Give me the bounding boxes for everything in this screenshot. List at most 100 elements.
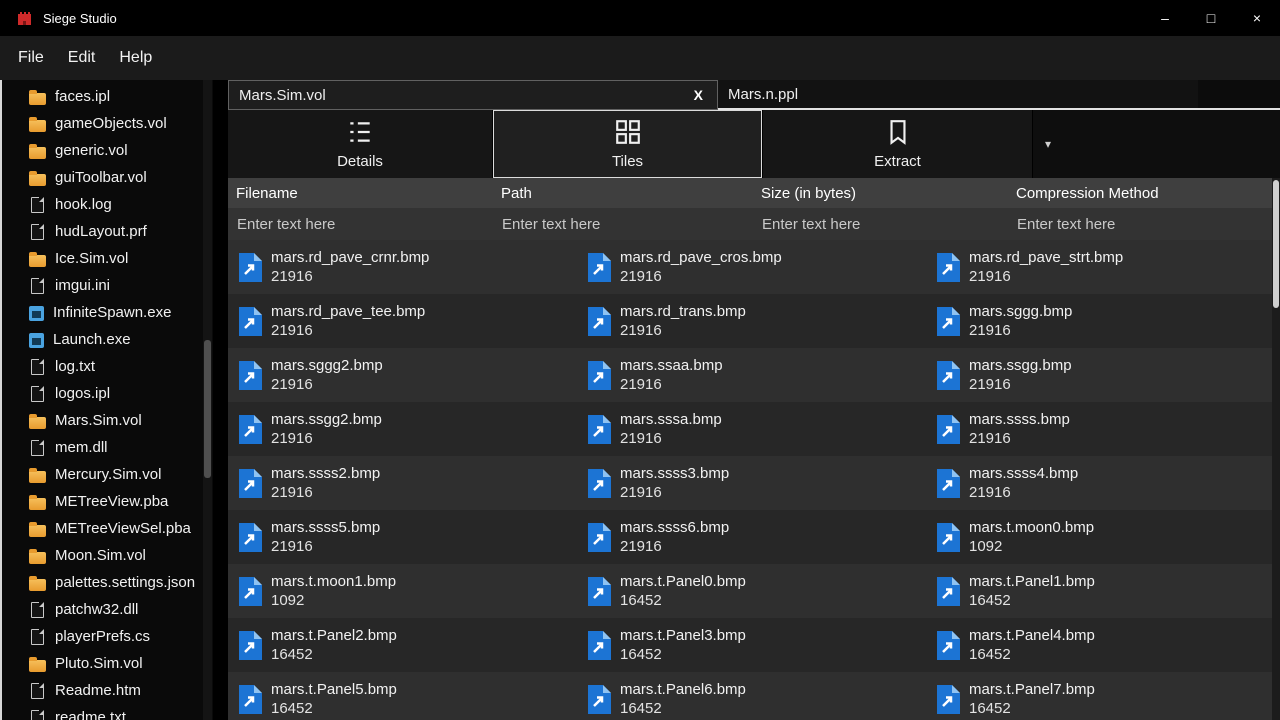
sidebar-scrollbar[interactable] xyxy=(203,80,212,720)
app-window: Siege Studio – □ × File Edit Help faces.… xyxy=(0,0,1280,720)
sidebar-item[interactable]: imgui.ini xyxy=(2,272,213,299)
file-tile[interactable]: mars.rd_pave_cros.bmp 21916 xyxy=(577,240,926,294)
file-tile[interactable]: mars.ssss.bmp 21916 xyxy=(926,402,1280,456)
menu-item[interactable]: Help xyxy=(107,43,164,73)
file-tile[interactable]: mars.sggg.bmp 21916 xyxy=(926,294,1280,348)
extract-options-dropdown[interactable]: ▾ xyxy=(1033,110,1063,178)
sidebar-item[interactable]: guiToolbar.vol xyxy=(2,164,213,191)
sidebar-item[interactable]: Moon.Sim.vol xyxy=(2,542,213,569)
filter-row xyxy=(228,208,1280,240)
file-tile[interactable]: mars.t.Panel6.bmp 16452 xyxy=(577,672,926,720)
window-title: Siege Studio xyxy=(43,11,117,26)
extract-button-label: Extract xyxy=(874,153,921,170)
sidebar-item-label: gameObjects.vol xyxy=(55,115,167,132)
sidebar-item[interactable]: logos.ipl xyxy=(2,380,213,407)
column-header[interactable]: Filename xyxy=(228,185,493,202)
sidebar-item[interactable]: palettes.settings.json xyxy=(2,569,213,596)
column-filter-input[interactable] xyxy=(228,216,480,233)
file-tile[interactable]: mars.t.Panel4.bmp 16452 xyxy=(926,618,1280,672)
minimize-button[interactable]: – xyxy=(1142,0,1188,36)
tab-mars-n-ppl[interactable]: Mars.n.ppl xyxy=(718,80,1198,110)
sidebar-item[interactable]: hook.log xyxy=(2,191,213,218)
file-tile[interactable]: mars.ssgg2.bmp 21916 xyxy=(228,402,577,456)
title-bar: Siege Studio – □ × xyxy=(0,0,1280,36)
sidebar-item[interactable]: faces.ipl xyxy=(2,83,213,110)
file-tile[interactable]: mars.rd_pave_tee.bmp 21916 xyxy=(228,294,577,348)
tab-bar: Mars.Sim.vol X Mars.n.ppl xyxy=(228,80,1280,110)
sidebar-item[interactable]: patchw32.dll xyxy=(2,596,213,623)
sidebar-item[interactable]: generic.vol xyxy=(2,137,213,164)
column-header[interactable]: Size (in bytes) xyxy=(753,185,1008,202)
sidebar-item-label: guiToolbar.vol xyxy=(55,169,147,186)
file-tile[interactable]: mars.t.Panel5.bmp 16452 xyxy=(228,672,577,720)
file-tile[interactable]: mars.sggg2.bmp 21916 xyxy=(228,348,577,402)
sidebar-item-label: playerPrefs.cs xyxy=(55,628,150,645)
file-size: 21916 xyxy=(620,429,722,448)
column-filter-input[interactable] xyxy=(753,216,995,233)
tiles-view-button[interactable]: Tiles xyxy=(493,110,763,178)
column-header[interactable]: Compression Method xyxy=(1008,185,1280,202)
sidebar-item[interactable]: InfiniteSpawn.exe xyxy=(2,299,213,326)
file-icon xyxy=(31,386,44,402)
column-filter-input[interactable] xyxy=(493,216,740,233)
file-tile[interactable]: mars.ssss4.bmp 21916 xyxy=(926,456,1280,510)
sidebar-item[interactable]: Pluto.Sim.vol xyxy=(2,650,213,677)
file-tile[interactable]: mars.ssss6.bmp 21916 xyxy=(577,510,926,564)
tab-mars-sim-vol[interactable]: Mars.Sim.vol X xyxy=(228,80,718,110)
sidebar-item-label: Moon.Sim.vol xyxy=(55,547,146,564)
sidebar-item[interactable]: mem.dll xyxy=(2,434,213,461)
sidebar-item[interactable]: log.txt xyxy=(2,353,213,380)
file-tile[interactable]: mars.t.Panel0.bmp 16452 xyxy=(577,564,926,618)
file-tile[interactable]: mars.t.moon0.bmp 1092 xyxy=(926,510,1280,564)
sidebar-scrollbar-thumb[interactable] xyxy=(204,340,211,478)
app-logo-icon xyxy=(16,10,33,27)
file-grid-scrollbar-thumb[interactable] xyxy=(1273,180,1279,308)
details-view-button[interactable]: Details xyxy=(228,110,493,178)
file-tile[interactable]: mars.t.moon1.bmp 1092 xyxy=(228,564,577,618)
file-size: 21916 xyxy=(620,267,782,286)
menu-item[interactable]: File xyxy=(6,43,56,73)
sidebar-item[interactable]: readme.txt xyxy=(2,704,213,720)
column-filter-input[interactable] xyxy=(1008,216,1266,233)
sidebar-item-label: readme.txt xyxy=(55,709,126,720)
menu-item[interactable]: Edit xyxy=(56,43,108,73)
sidebar-item[interactable]: METreeViewSel.pba xyxy=(2,515,213,542)
sidebar-item[interactable]: Launch.exe xyxy=(2,326,213,353)
folder-icon xyxy=(29,471,46,483)
file-tile[interactable]: mars.ssss5.bmp 21916 xyxy=(228,510,577,564)
maximize-button[interactable]: □ xyxy=(1188,0,1234,36)
sidebar-item[interactable]: hudLayout.prf xyxy=(2,218,213,245)
file-tile[interactable]: mars.ssaa.bmp 21916 xyxy=(577,348,926,402)
file-tile[interactable]: mars.t.Panel2.bmp 16452 xyxy=(228,618,577,672)
file-tile[interactable]: mars.ssss2.bmp 21916 xyxy=(228,456,577,510)
sidebar-item[interactable]: Ice.Sim.vol xyxy=(2,245,213,272)
close-button[interactable]: × xyxy=(1234,0,1280,36)
file-tile[interactable]: mars.ssgg.bmp 21916 xyxy=(926,348,1280,402)
file-tile[interactable]: mars.rd_trans.bmp 21916 xyxy=(577,294,926,348)
sidebar-item[interactable]: Mars.Sim.vol xyxy=(2,407,213,434)
file-grid-scrollbar[interactable] xyxy=(1272,178,1280,720)
sidebar-item[interactable]: Readme.htm xyxy=(2,677,213,704)
tab-close-icon[interactable]: X xyxy=(690,87,707,103)
image-file-icon xyxy=(587,576,612,607)
sidebar-item[interactable]: gameObjects.vol xyxy=(2,110,213,137)
file-tile[interactable]: mars.sssa.bmp 21916 xyxy=(577,402,926,456)
sidebar-item-label: Pluto.Sim.vol xyxy=(55,655,143,672)
file-tile[interactable]: mars.t.Panel3.bmp 16452 xyxy=(577,618,926,672)
extract-button[interactable]: Extract xyxy=(763,110,1033,178)
window-controls: – □ × xyxy=(1142,0,1280,36)
file-tile[interactable]: mars.rd_pave_crnr.bmp 21916 xyxy=(228,240,577,294)
sidebar-item-label: palettes.settings.json xyxy=(55,574,195,591)
sidebar-item[interactable]: playerPrefs.cs xyxy=(2,623,213,650)
sidebar-item[interactable]: Mercury.Sim.vol xyxy=(2,461,213,488)
content-area: faces.ipl gameObjects.vol generic.vol gu… xyxy=(0,80,1280,720)
file-tile[interactable]: mars.t.Panel7.bmp 16452 xyxy=(926,672,1280,720)
file-tile[interactable]: mars.t.Panel1.bmp 16452 xyxy=(926,564,1280,618)
sidebar-item-label: imgui.ini xyxy=(55,277,110,294)
column-header[interactable]: Path xyxy=(493,185,753,202)
sidebar-item[interactable]: METreeView.pba xyxy=(2,488,213,515)
sidebar-item-label: patchw32.dll xyxy=(55,601,138,618)
file-tile[interactable]: mars.rd_pave_strt.bmp 21916 xyxy=(926,240,1280,294)
file-name: mars.t.Panel2.bmp xyxy=(271,626,397,645)
file-tile[interactable]: mars.ssss3.bmp 21916 xyxy=(577,456,926,510)
